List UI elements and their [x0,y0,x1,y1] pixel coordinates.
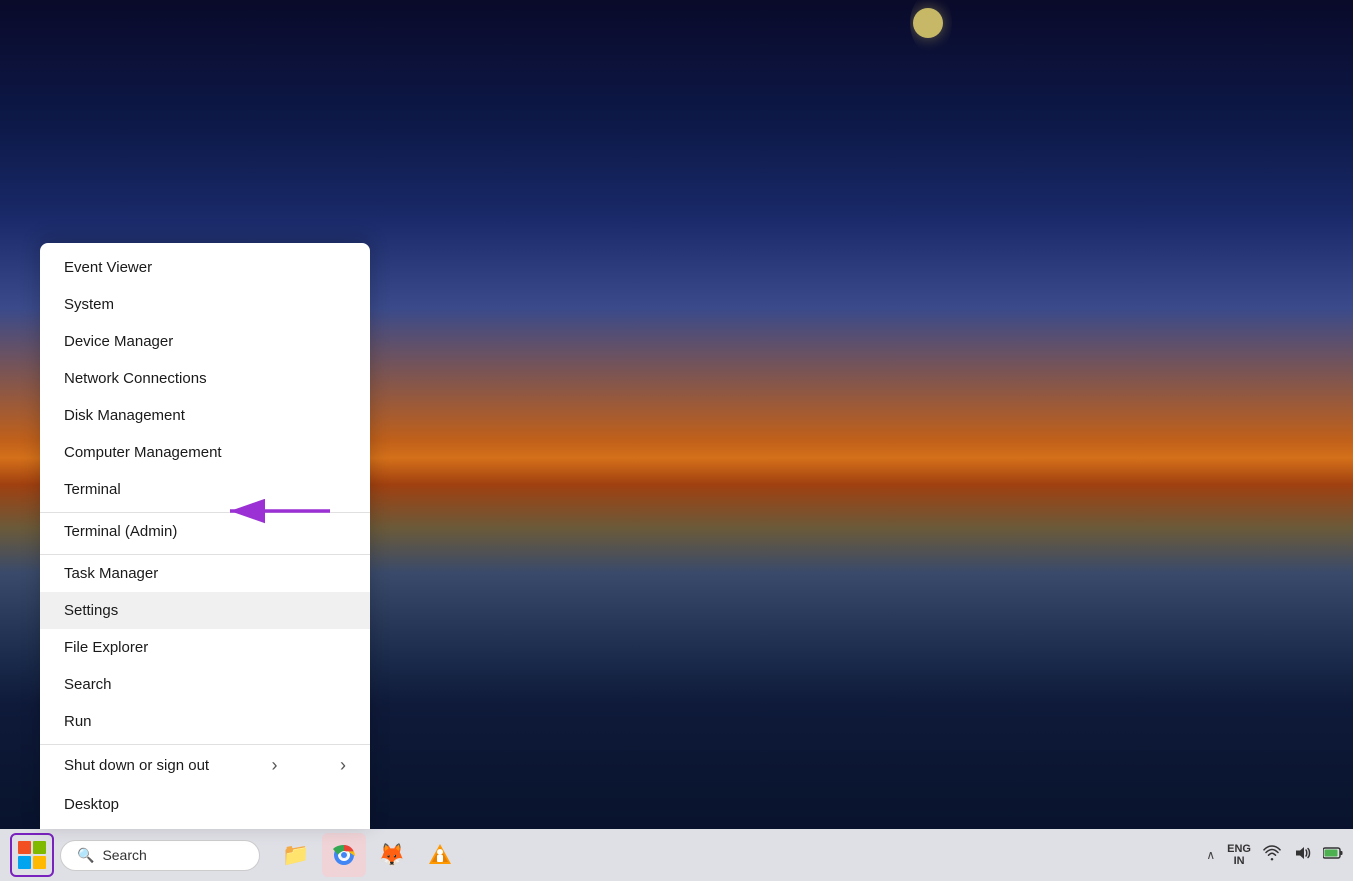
taskbar-right: ∧ ENG IN [1206,843,1343,867]
menu-item-event-viewer[interactable]: Event Viewer [40,249,370,286]
language-indicator[interactable]: ENG IN [1227,843,1251,867]
vlc-app[interactable] [418,833,462,877]
menu-item-label: Disk Management [64,407,185,424]
chrome-icon [332,843,356,867]
moon-decoration [913,8,943,38]
chrome-app[interactable] [322,833,366,877]
win-tile-blue [18,856,31,869]
system-tray-expand[interactable]: ∧ [1206,848,1215,862]
menu-item-label: Settings [64,602,118,619]
language-line2: IN [1234,855,1245,867]
menu-item-label: Run [64,713,92,730]
menu-item-desktop[interactable]: Desktop [40,786,370,823]
menu-item-label: Search [64,676,112,693]
search-bar[interactable]: 🔍 Search [60,840,260,871]
menu-item-label: Terminal (Admin) [64,523,177,540]
firefox-icon: 🦊 [378,842,405,868]
menu-item-label: File Explorer [64,639,148,656]
menu-item-label: Terminal [64,481,121,498]
menu-item-label: Event Viewer [64,259,152,276]
file-explorer-icon: 📁 [282,842,309,868]
taskbar: 🔍 Search 📁 [0,829,1353,881]
menu-item-settings[interactable]: Settings [40,592,370,629]
win-tile-yellow [33,856,46,869]
menu-item-network-connections[interactable]: Network Connections [40,360,370,397]
menu-item-label: Desktop [64,796,119,813]
start-button[interactable] [10,833,54,877]
menu-item-label: Task Manager [64,565,158,582]
menu-item-computer-management[interactable]: Computer Management [40,434,370,471]
menu-item-label: Device Manager [64,333,173,350]
menu-item-terminal[interactable]: Terminal [40,471,370,508]
menu-item-system[interactable]: System [40,286,370,323]
menu-item-terminal-(admin)[interactable]: Terminal (Admin) [40,512,370,550]
context-menu: Event Viewer System Device Manager Network … [40,243,370,829]
taskbar-left: 🔍 Search 📁 [10,833,462,877]
menu-item-device-manager[interactable]: Device Manager [40,323,370,360]
win-tile-red [18,841,31,854]
file-explorer-app[interactable]: 📁 [274,833,318,877]
menu-item-label: Computer Management [64,444,222,461]
vlc-icon [427,842,453,868]
menu-item-search[interactable]: Search [40,666,370,703]
menu-item-shut-down-or-sign-out[interactable]: Shut down or sign out › [40,744,370,786]
menu-item-task-manager[interactable]: Task Manager [40,554,370,592]
win-tile-green [33,841,46,854]
menu-item-run[interactable]: Run [40,703,370,740]
menu-item-disk-management[interactable]: Disk Management [40,397,370,434]
menu-item-label: System [64,296,114,313]
search-label: Search [102,847,146,863]
taskbar-apps: 📁 🦊 [274,833,462,877]
wifi-icon[interactable] [1263,844,1281,867]
submenu-arrow-icon: › [272,755,278,776]
language-line1: ENG [1227,843,1251,855]
volume-icon[interactable] [1293,844,1311,867]
battery-icon[interactable] [1323,846,1343,865]
menu-item-label: Shut down or sign out [64,757,209,774]
menu-item-label: Network Connections [64,370,207,387]
menu-item-file-explorer[interactable]: File Explorer [40,629,370,666]
firefox-app[interactable]: 🦊 [370,833,414,877]
search-icon: 🔍 [77,847,94,864]
windows-logo [18,841,46,869]
